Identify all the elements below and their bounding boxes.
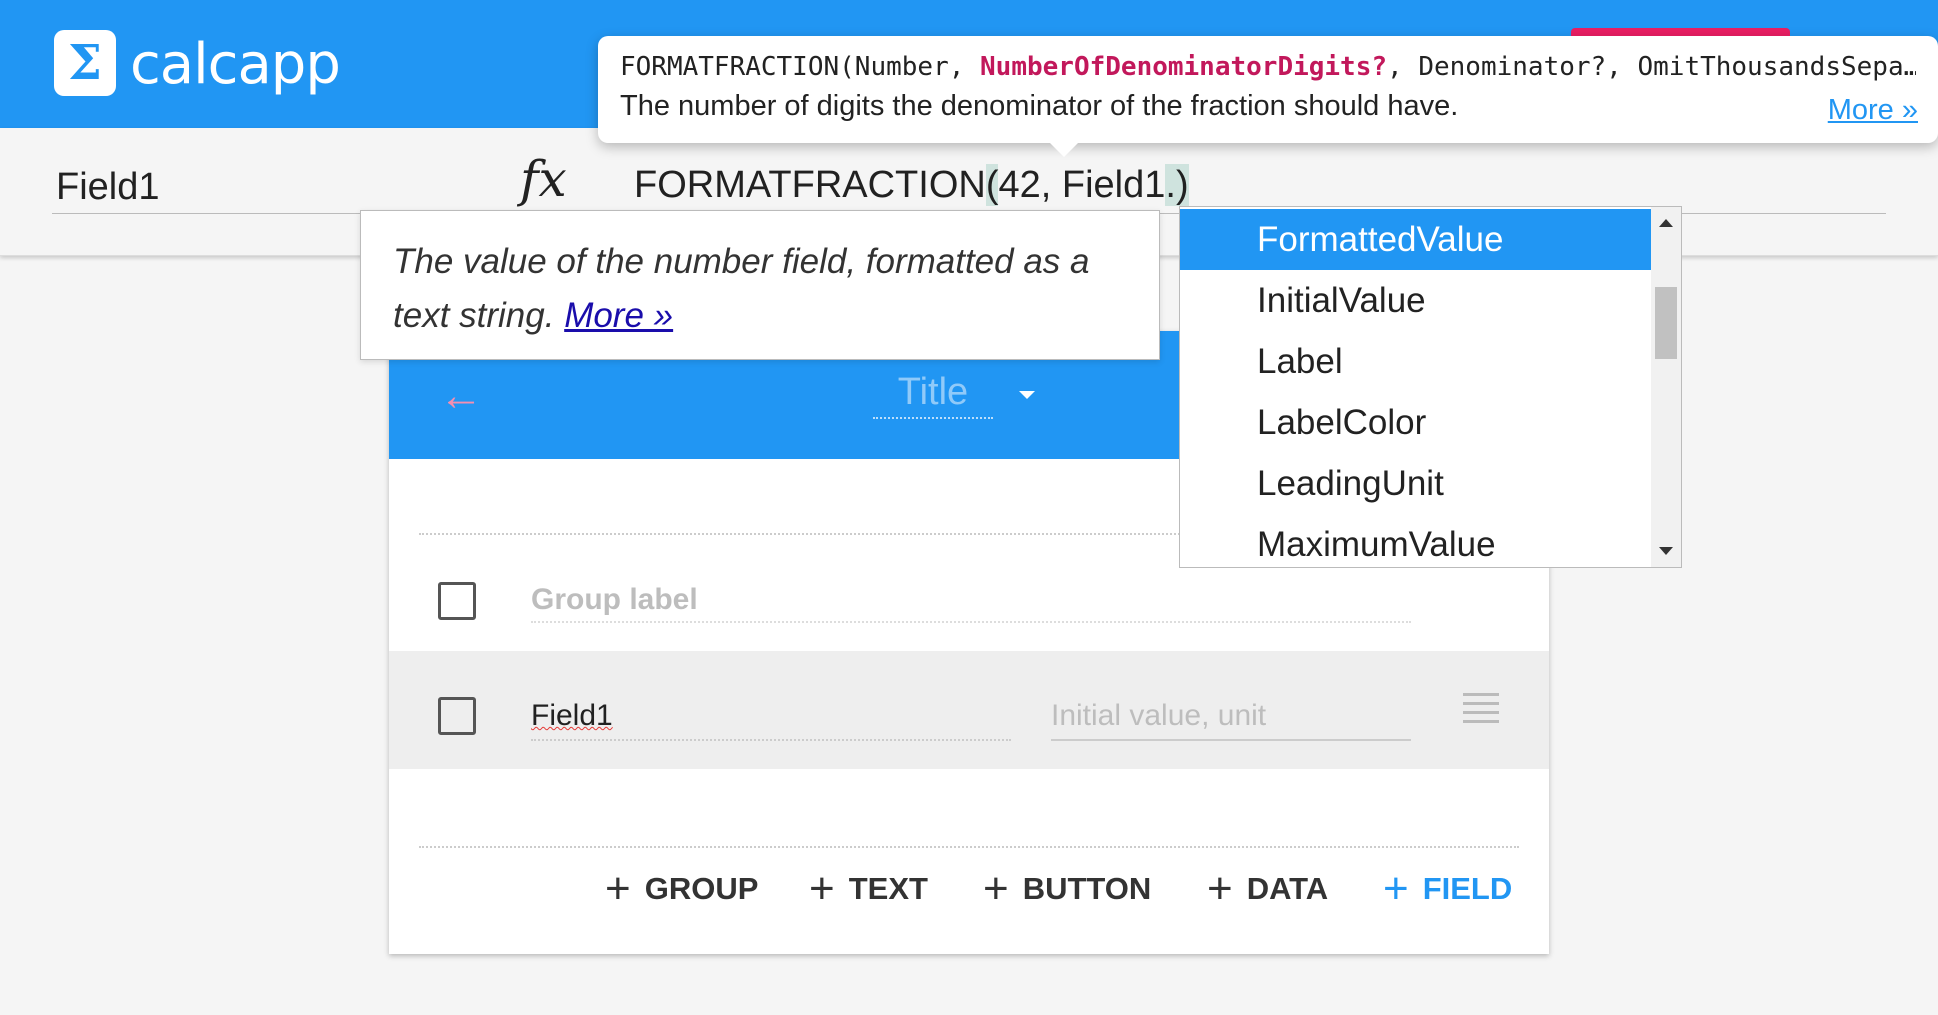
- app-name[interactable]: calcapp: [130, 32, 341, 97]
- fx-icon: fx: [520, 150, 567, 208]
- add-field-button[interactable]: + FIELD: [1383, 864, 1512, 913]
- autocomplete-item[interactable]: FormattedValue: [1180, 209, 1651, 270]
- current-parameter: NumberOfDenominatorDigits?: [980, 52, 1388, 82]
- cursor-highlight: .: [1165, 164, 1176, 206]
- add-group-button[interactable]: + GROUP: [605, 864, 758, 913]
- add-button-button[interactable]: + BUTTON: [983, 864, 1151, 913]
- plus-icon: +: [1383, 864, 1409, 913]
- drag-handle-icon[interactable]: [1463, 693, 1499, 729]
- group-label-input[interactable]: Group label: [531, 583, 1411, 623]
- formula-text: FORMATFRACTION(42, Field1.): [634, 164, 1189, 206]
- scroll-down-icon[interactable]: [1659, 547, 1673, 555]
- initial-value-input[interactable]: Initial value, unit: [1051, 699, 1411, 741]
- divider: [419, 846, 1519, 848]
- parameter-description: The number of digits the denominator of …: [620, 90, 1459, 122]
- add-data-button[interactable]: + DATA: [1207, 864, 1328, 913]
- signature-more-link[interactable]: More »: [1828, 94, 1918, 127]
- tooltip-text-line2: text string. More »: [393, 296, 674, 335]
- autocomplete-dropdown[interactable]: FormattedValue InitialValue Label LabelC…: [1179, 206, 1682, 568]
- tooltip-more-link[interactable]: More »: [564, 296, 673, 335]
- plus-icon: +: [605, 864, 631, 913]
- autocomplete-item[interactable]: Label: [1180, 331, 1651, 392]
- scroll-up-icon[interactable]: [1659, 219, 1673, 227]
- plus-icon: +: [809, 864, 835, 913]
- field-selector-value: Field1: [56, 166, 160, 208]
- chevron-down-icon[interactable]: [1019, 391, 1035, 399]
- autocomplete-item[interactable]: MaximumValue: [1180, 514, 1651, 567]
- autocomplete-item[interactable]: LabelColor: [1180, 392, 1651, 453]
- group-checkbox[interactable]: [438, 582, 476, 620]
- field-name-input[interactable]: Field1: [531, 699, 1011, 741]
- add-text-button[interactable]: + TEXT: [809, 864, 928, 913]
- tooltip-text-line1: The value of the number field, formatted…: [393, 242, 1090, 281]
- plus-icon: +: [983, 864, 1009, 913]
- open-paren-highlight: (: [985, 164, 999, 206]
- field-checkbox[interactable]: [438, 697, 476, 735]
- autocomplete-item[interactable]: LeadingUnit: [1180, 453, 1651, 514]
- sigma-logo-icon[interactable]: Σ: [54, 30, 116, 96]
- dropdown-scrollbar[interactable]: [1651, 207, 1681, 567]
- title-field[interactable]: Title: [873, 371, 993, 419]
- field-selector[interactable]: Field1: [52, 156, 467, 218]
- close-paren-highlight: ): [1175, 164, 1189, 206]
- arrow-left-icon[interactable]: ←: [439, 371, 483, 421]
- function-signature-tooltip: FORMATFRACTION(Number, NumberOfDenominat…: [598, 36, 1938, 157]
- plus-icon: +: [1207, 864, 1233, 913]
- signature-line: FORMATFRACTION(Number, NumberOfDenominat…: [620, 52, 1916, 82]
- property-description-tooltip: The value of the number field, formatted…: [360, 210, 1160, 360]
- scrollbar-thumb[interactable]: [1655, 287, 1677, 359]
- autocomplete-item[interactable]: InitialValue: [1180, 270, 1651, 331]
- field-row[interactable]: Field1 Initial value, unit: [389, 651, 1549, 769]
